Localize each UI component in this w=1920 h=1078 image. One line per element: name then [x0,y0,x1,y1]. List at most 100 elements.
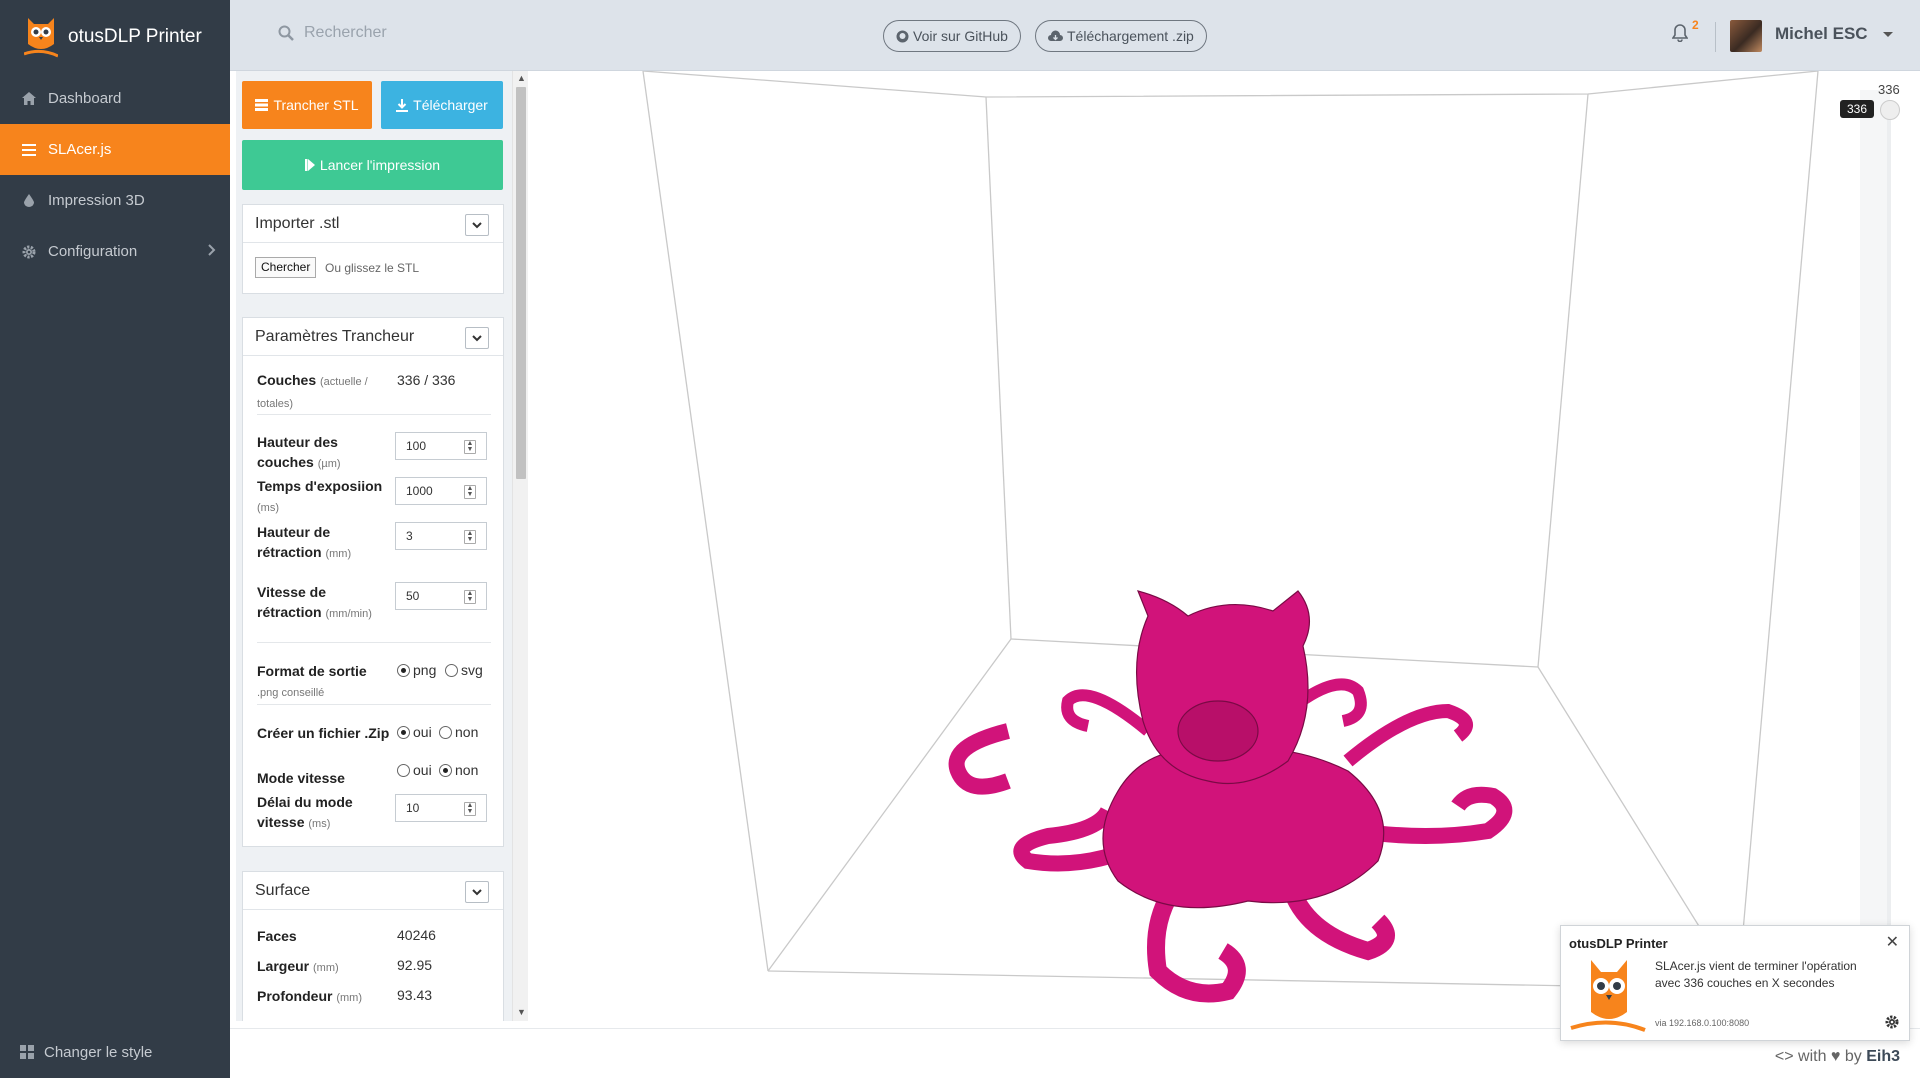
scroll-down-icon[interactable]: ▼ [517,1007,526,1017]
sidebar-item-label: SLAcer.js [48,141,112,158]
avatar[interactable] [1730,20,1762,52]
sidebar-item-dashboard[interactable]: Dashboard [0,73,230,124]
close-icon[interactable]: ✕ [1886,932,1899,952]
retract-height-label: Hauteur de rétraction (mm) [257,524,352,560]
layer-height-input[interactable]: 100 ▲ ▼ [395,432,487,460]
start-print-button[interactable]: Lancer l'impression [242,140,503,190]
exposure-time-input[interactable]: 1000 ▲ ▼ [395,477,487,505]
sidebar-item-impression-3d[interactable]: Impression 3D [0,175,230,226]
depth-value: 93.43 [397,987,433,1003]
build-volume [642,71,1819,1003]
scroll-up-icon[interactable]: ▲ [517,73,526,83]
width-value: 92.95 [397,957,433,973]
retract-height-input[interactable]: 3 ▲ ▼ [395,522,487,550]
change-style-button[interactable]: Changer le style [0,1026,230,1078]
chevron-down-icon [472,334,482,341]
faces-label: Faces [257,928,297,944]
surface-card-title: Surface [255,881,311,899]
control-panel: Trancher STL Télécharger Lancer l'impres… [236,71,512,1021]
retract-speed-input[interactable]: 50 ▲ ▼ [395,582,487,610]
layer-slider-handle[interactable] [1880,100,1900,120]
panel-scrollbar[interactable]: ▲ ▼ [512,71,528,1021]
speed-mode-label: Mode vitesse [257,770,345,786]
slicer-card-title: Paramètres Trancheur [255,327,415,345]
3d-viewport[interactable] [528,71,1858,1021]
search-input[interactable]: Rechercher [304,24,387,42]
collapse-toggle[interactable] [465,327,489,349]
format-svg-radio[interactable]: svg [445,662,483,678]
step-forward-icon [304,159,315,171]
speed-yes-radio[interactable]: oui [397,762,432,778]
layer-slider-max: 336 [1878,82,1900,97]
exposure-time-label: Temps d'exposiion (ms) [257,478,383,514]
sidebar-item-label: Dashboard [48,90,122,107]
slicer-params-card: Paramètres Trancheur Couches (actuelle /… [242,317,504,847]
speed-delay-input[interactable]: 10 ▲ ▼ [395,794,487,822]
collapse-toggle[interactable] [465,881,489,903]
drop-icon [20,192,38,210]
start-print-label: Lancer l'impression [319,157,441,173]
spinner-icon[interactable]: ▲ ▼ [464,802,476,816]
width-label: Largeur (mm) [257,958,339,974]
github-label: Voir sur GitHub [913,28,1008,44]
topbar: Rechercher Voir sur GitHub Téléchargemen… [230,0,1920,71]
cloud-download-icon [1048,30,1063,41]
github-icon [896,30,909,42]
author-link[interactable]: Eih3 [1866,1048,1900,1065]
chevron-down-icon [472,221,482,228]
chevron-down-icon [472,888,482,895]
app-title: otusDLP Printer [68,25,202,47]
notification-title: otusDLP Printer [1569,936,1668,951]
layers-label: Couches (actuelle / totales) [257,372,368,410]
slice-stl-button[interactable]: Trancher STL [242,81,372,129]
notification-via: via 192.168.0.100:8080 [1655,1018,1750,1028]
output-format-label: Format de sortie .png conseillé [257,663,367,699]
caret-down-icon[interactable] [1883,32,1893,37]
owl-logo-icon [24,17,58,57]
home-icon [20,90,38,108]
layer-slider-tooltip: 336 [1840,100,1875,118]
layer-slider[interactable] [1860,90,1890,1020]
speed-delay-label: Délai du mode vitesse (ms) [257,794,353,830]
browse-button[interactable]: Chercher [255,257,317,278]
owl-logo-icon [1570,960,1646,1032]
user-name[interactable]: Michel ESC [1775,24,1868,44]
layer-slider-track[interactable] [1887,112,1891,1002]
create-zip-label: Créer un fichier .Zip [257,725,390,741]
download-label: Télécharger [413,97,488,113]
sidebar: otusDLP Printer Dashboard SLAcer.js Impr… [0,0,230,1078]
search-box[interactable]: Rechercher [278,24,387,42]
brand[interactable]: otusDLP Printer [0,0,230,73]
scroll-thumb[interactable] [516,87,526,479]
divider [257,414,491,415]
list-icon [20,141,38,159]
sidebar-item-configuration[interactable]: Configuration [0,226,230,277]
notifications-button[interactable]: 2 [1671,18,1699,47]
speed-no-radio[interactable]: non [439,762,478,778]
spinner-icon[interactable]: ▲ ▼ [464,440,476,454]
divider [257,704,491,705]
retract-speed-label: Vitesse de rétraction (mm/min) [257,584,372,620]
layer-height-label: Hauteur des couches (µm) [257,434,341,470]
github-button[interactable]: Voir sur GitHub [883,20,1021,52]
chevron-right-icon [208,243,216,260]
collapse-toggle[interactable] [465,214,489,236]
download-button[interactable]: Télécharger [381,81,503,129]
format-png-radio[interactable]: png [397,662,436,678]
divider [1715,22,1716,52]
import-card: Importer .stl Chercher Ou glissez le STL [242,204,504,294]
spinner-icon[interactable]: ▲ ▼ [464,485,476,499]
change-style-label: Changer le style [44,1043,153,1061]
sidebar-item-slacer[interactable]: SLAcer.js [0,124,230,175]
grid-icon [20,1045,34,1059]
zip-no-radio[interactable]: non [439,724,478,740]
bell-icon [1671,24,1689,43]
zip-yes-radio[interactable]: oui [397,724,432,740]
spinner-icon[interactable]: ▲ ▼ [464,530,476,544]
notification-toast: otusDLP Printer ✕ SLAcer.js vient de ter… [1560,925,1910,1041]
search-icon [278,25,294,41]
spinner-icon[interactable]: ▲ ▼ [464,590,476,604]
gear-icon[interactable] [1885,1015,1899,1034]
divider [257,642,491,643]
download-zip-button[interactable]: Téléchargement .zip [1035,20,1207,52]
